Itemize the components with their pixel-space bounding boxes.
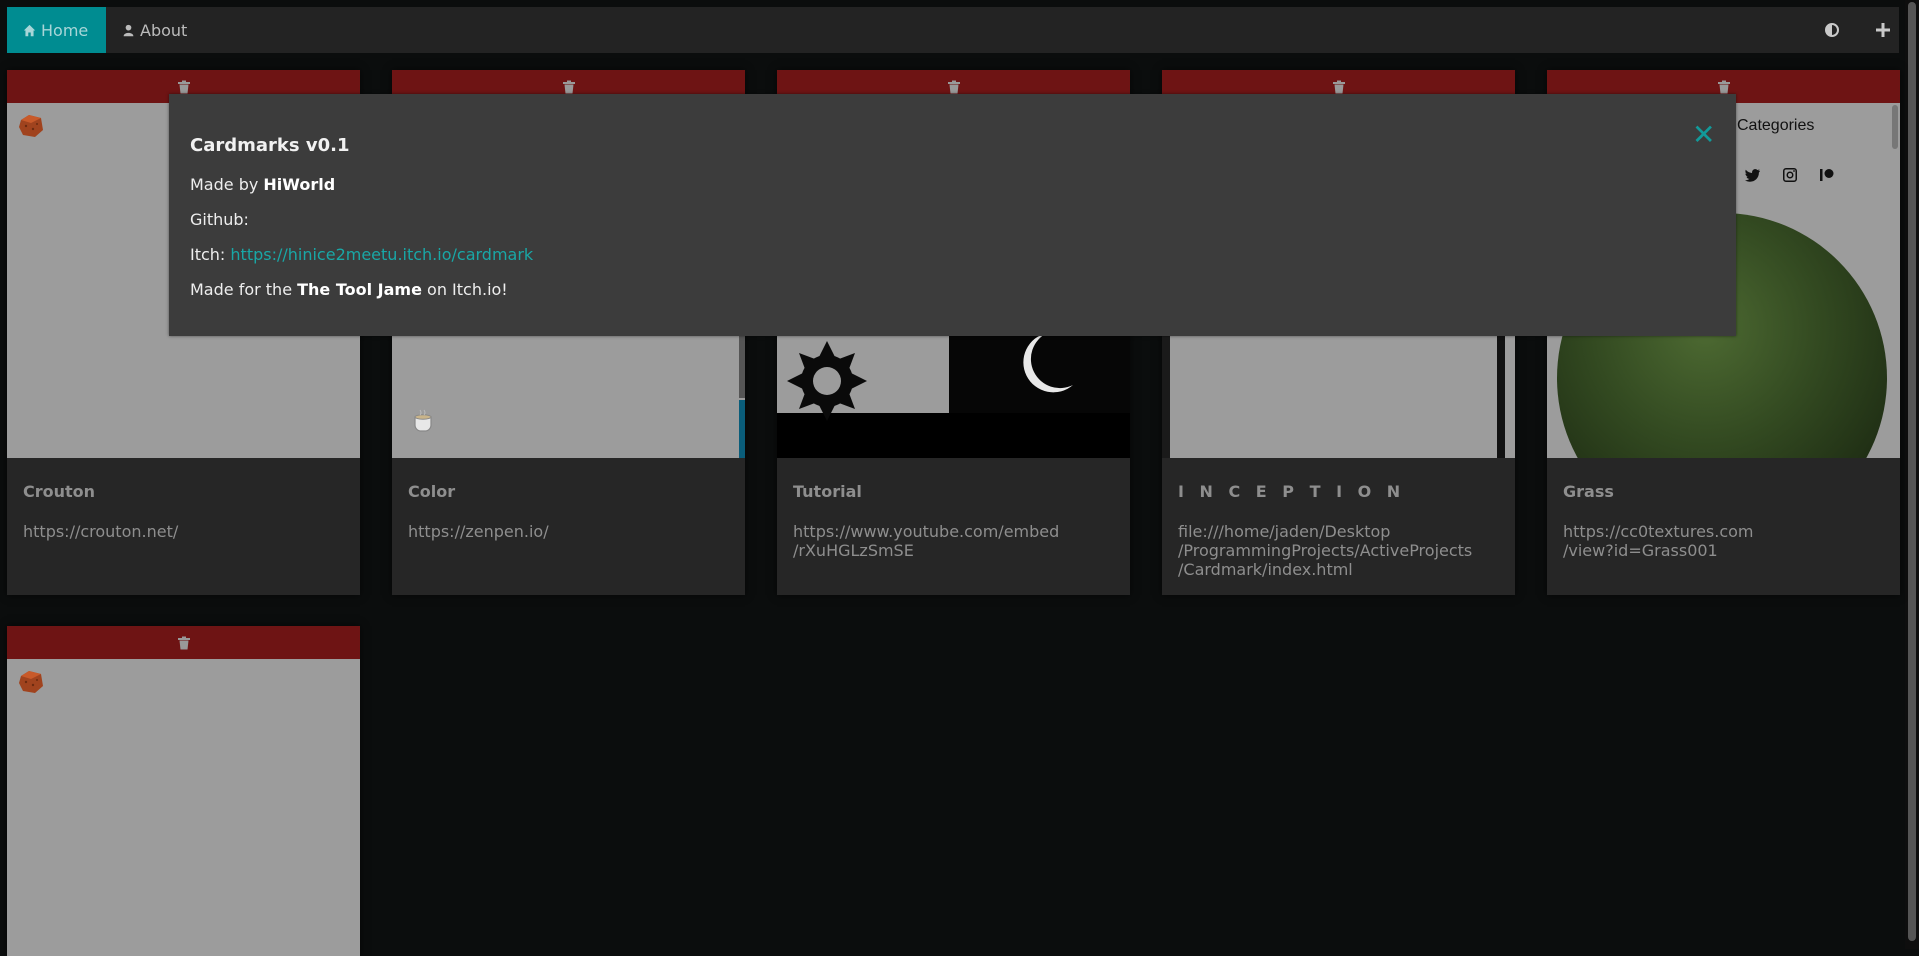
made-by-prefix: Made by: [190, 175, 264, 194]
preview-scrollbar: [1892, 105, 1898, 149]
card-url[interactable]: https://www.youtube.com/embed /rXuHGLzSm…: [793, 522, 1114, 560]
author-name: HiWorld: [263, 175, 336, 194]
itch-link[interactable]: https://hinice2meetu.itch.io/cardmark: [230, 245, 533, 264]
nav-about-label: About: [140, 20, 188, 40]
trash-icon[interactable]: [177, 636, 191, 650]
made-for-suffix: on Itch.io!: [421, 280, 508, 299]
preview-accent-strip: [739, 400, 745, 458]
contrast-icon: [1825, 23, 1839, 37]
page-scrollbar[interactable]: [1905, 0, 1919, 949]
card-title: Color: [408, 482, 456, 501]
nav-home[interactable]: Home: [7, 7, 106, 53]
card-body: Tutorial https://www.youtube.com/embed /…: [777, 458, 1130, 578]
coffee-cup-icon: [414, 409, 432, 432]
brick-icon: [19, 115, 43, 137]
jam-name: The Tool Jame: [297, 280, 422, 299]
made-for-line: Made for the The Tool Jame on Itch.io!: [190, 280, 508, 299]
made-by-line: Made by HiWorld: [190, 175, 335, 194]
card-url[interactable]: https://cc0textures.com /view?id=Grass00…: [1563, 522, 1884, 560]
add-card-button[interactable]: [1873, 20, 1893, 40]
theme-toggle-button[interactable]: [1822, 20, 1842, 40]
trash-icon[interactable]: [1717, 80, 1731, 94]
card-body: Grass https://cc0textures.com /view?id=G…: [1547, 458, 1900, 578]
card-title: Grass: [1563, 482, 1614, 501]
card-header: [7, 626, 360, 659]
categories-link[interactable]: Categories: [1737, 117, 1814, 135]
itch-line: Itch: https://hinice2meetu.itch.io/cardm…: [190, 245, 533, 264]
home-icon: [23, 24, 36, 36]
github-label: Github:: [190, 210, 249, 229]
modal-title: Cardmarks v0.1: [190, 135, 350, 156]
card-body: Crouton https://crouton.net/: [7, 458, 360, 559]
about-modal: ✕ Cardmarks v0.1 Made by HiWorld Github:…: [169, 94, 1736, 336]
scrollbar-thumb[interactable]: [1908, 2, 1916, 941]
trash-icon[interactable]: [947, 80, 961, 94]
trash-icon[interactable]: [562, 80, 576, 94]
card-title: Tutorial: [793, 482, 862, 501]
card-url[interactable]: https://zenpen.io/: [408, 522, 729, 541]
navbar: Home About: [7, 7, 1899, 53]
card-preview[interactable]: [7, 659, 360, 956]
github-line: Github:: [190, 210, 249, 229]
user-icon: [123, 24, 134, 36]
close-icon[interactable]: ✕: [1692, 121, 1715, 149]
nav-about[interactable]: About: [106, 7, 203, 53]
card: [7, 626, 360, 956]
card-title: I N C E P T I O N: [1178, 482, 1406, 501]
itch-label: Itch:: [190, 245, 231, 264]
card-url[interactable]: https://crouton.net/: [23, 522, 344, 541]
trash-icon[interactable]: [1332, 80, 1346, 94]
plus-icon: [1876, 23, 1890, 37]
brick-icon: [19, 671, 43, 693]
trash-icon[interactable]: [177, 80, 191, 94]
nav-home-label: Home: [41, 20, 89, 40]
card-title: Crouton: [23, 482, 96, 501]
instagram-icon[interactable]: [1782, 167, 1800, 185]
made-for-prefix: Made for the: [190, 280, 298, 299]
card-body: I N C E P T I O N file:///home/jaden/Des…: [1162, 458, 1515, 595]
patreon-icon[interactable]: [1819, 167, 1837, 185]
card-body: Color https://zenpen.io/: [392, 458, 745, 559]
twitter-icon[interactable]: [1745, 167, 1763, 185]
card-url[interactable]: file:///home/jaden/Desktop /ProgrammingP…: [1178, 522, 1499, 579]
sun-icon: [787, 341, 867, 421]
